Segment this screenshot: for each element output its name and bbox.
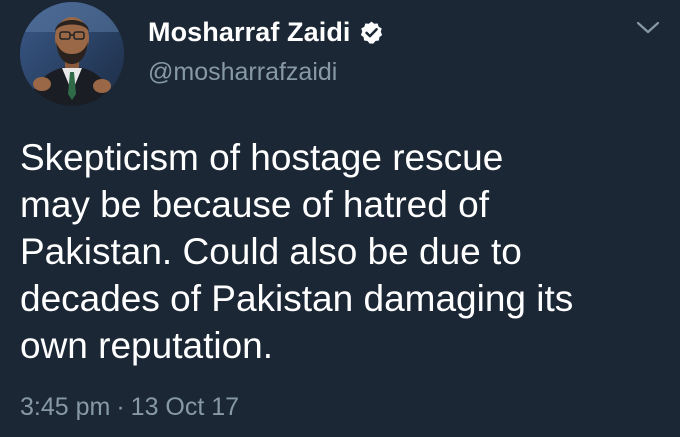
tweet-text-line: decades of Pakistan damaging its — [20, 278, 574, 319]
author-name-row[interactable]: Mosharraf Zaidi — [148, 14, 384, 50]
display-name[interactable]: Mosharraf Zaidi — [148, 17, 351, 48]
tweet-time: 3:45 pm — [20, 393, 111, 421]
avatar[interactable] — [20, 2, 124, 106]
tweet-card: Mosharraf Zaidi @mosharrafzaidi Skeptici… — [0, 0, 680, 437]
chevron-down-icon[interactable] — [634, 18, 662, 38]
tweet-text-line: Skepticism of hostage rescue — [20, 137, 504, 178]
tweet-text-line: Pakistan. Could also be due to — [20, 231, 522, 272]
verified-badge-icon — [359, 20, 384, 45]
tweet-text-line: may be because of hatred of — [20, 184, 489, 225]
profile-photo-icon — [20, 2, 124, 106]
tweet-date: 13 Oct 17 — [130, 393, 240, 421]
meta-separator: · — [116, 393, 125, 421]
tweet-text: Skepticism of hostage rescue may be beca… — [20, 134, 670, 369]
tweet-timestamp[interactable]: 3:45 pm · 13 Oct 17 — [20, 393, 239, 422]
user-handle[interactable]: @mosharrafzaidi — [148, 58, 337, 87]
tweet-text-line: own reputation. — [20, 325, 274, 366]
